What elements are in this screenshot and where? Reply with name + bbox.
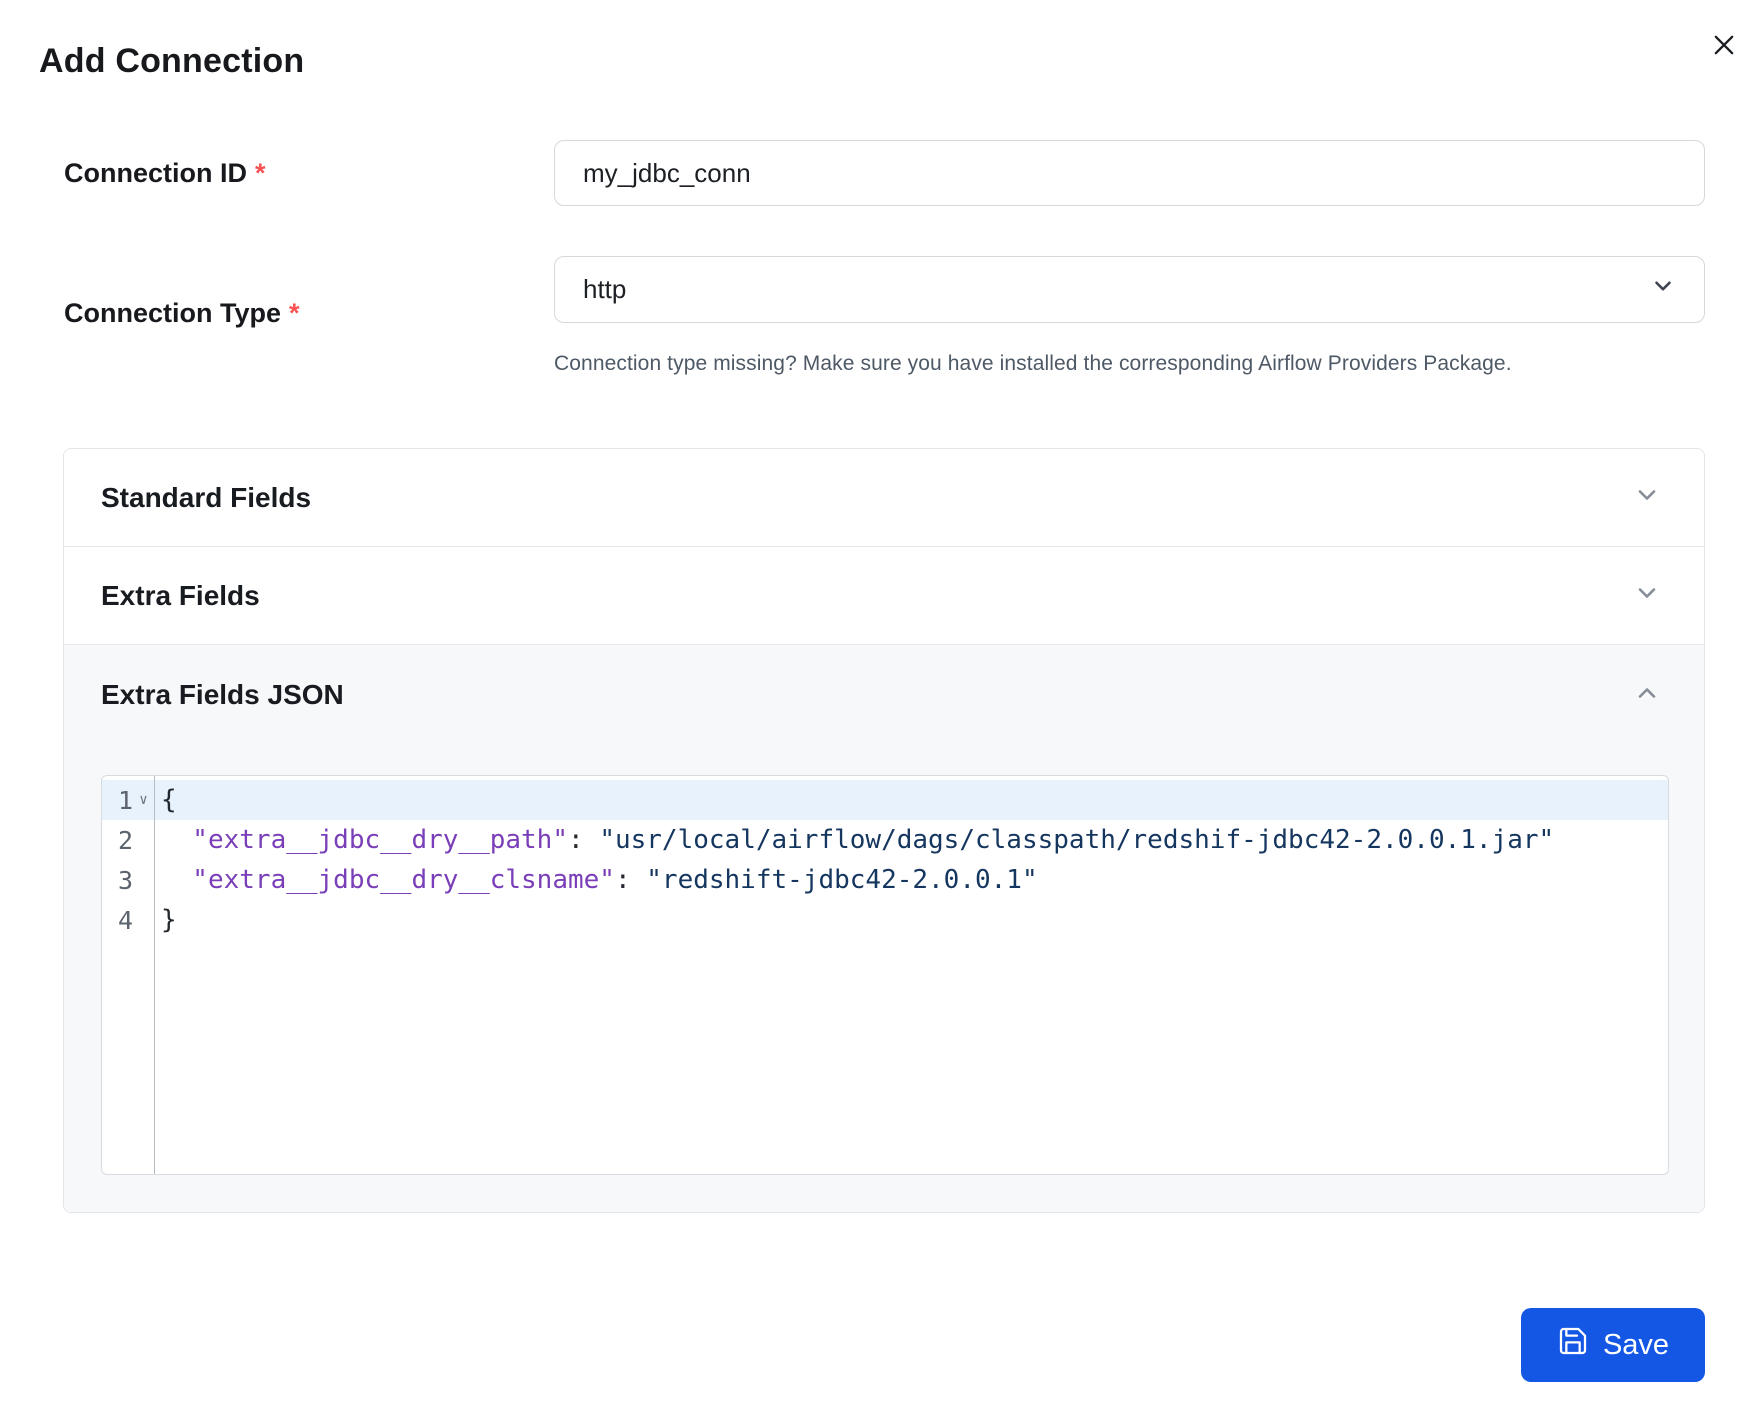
line-number: 3: [102, 866, 133, 895]
save-icon: [1557, 1325, 1589, 1365]
line-number: 2: [102, 826, 133, 855]
connection-type-select[interactable]: http: [554, 256, 1705, 323]
extra-fields-json-section: Extra Fields JSON 1∨{2 "extra__jdbc__dry…: [64, 645, 1704, 1212]
token-str: "usr/local/airflow/dags/classpath/redshi…: [599, 825, 1554, 855]
page-title: Add Connection: [39, 42, 304, 81]
token-key: "extra__jdbc__dry__clsname": [161, 865, 615, 895]
accordion-header-extra-fields[interactable]: Extra Fields: [64, 547, 1704, 645]
connection-type-label-text: Connection Type: [64, 298, 281, 328]
connection-id-label-text: Connection ID: [64, 158, 247, 188]
accordion-header-extra-fields-json[interactable]: Extra Fields JSON: [64, 645, 1704, 745]
chevron-down-icon: [1650, 273, 1676, 306]
connection-type-helper-text: Connection type missing? Make sure you h…: [554, 352, 1512, 376]
save-button[interactable]: Save: [1521, 1308, 1705, 1382]
line-number: 1: [102, 786, 133, 815]
token-key: "extra__jdbc__dry__path": [161, 825, 568, 855]
close-button[interactable]: [1702, 24, 1746, 68]
extra-fields-label: Extra Fields: [101, 580, 260, 612]
extra-fields-json-label: Extra Fields JSON: [101, 679, 344, 711]
connection-type-label: Connection Type *: [64, 298, 300, 329]
chevron-up-icon: [1633, 679, 1661, 712]
json-code-editor[interactable]: 1∨{2 "extra__jdbc__dry__path": "usr/loca…: [101, 775, 1669, 1175]
fields-accordion: Standard Fields Extra Fields Extra Field…: [63, 448, 1705, 1213]
connection-id-input[interactable]: my_jdbc_conn: [554, 140, 1705, 206]
accordion-header-standard-fields[interactable]: Standard Fields: [64, 449, 1704, 547]
code-line-content: "extra__jdbc__dry__clsname": "redshift-j…: [154, 865, 1038, 895]
required-asterisk: *: [289, 298, 300, 328]
chevron-down-icon: [1633, 579, 1661, 612]
token-str: "redshift-jdbc42-2.0.0.1": [646, 865, 1037, 895]
editor-line[interactable]: 1∨{: [102, 780, 1668, 820]
editor-line[interactable]: 2 "extra__jdbc__dry__path": "usr/local/a…: [102, 820, 1668, 860]
save-button-label: Save: [1603, 1329, 1669, 1362]
code-line-content: }: [154, 905, 177, 935]
fold-arrow-icon[interactable]: ∨: [133, 780, 154, 820]
code-line-content: "extra__jdbc__dry__path": "usr/local/air…: [154, 825, 1554, 855]
close-icon: [1710, 31, 1738, 62]
gutter-separator: [154, 776, 155, 1174]
editor-lines: 1∨{2 "extra__jdbc__dry__path": "usr/loca…: [102, 780, 1668, 940]
token-punct: }: [161, 905, 177, 935]
code-line-content: {: [154, 785, 177, 815]
token-punct: :: [615, 865, 646, 895]
token-punct: :: [568, 825, 599, 855]
line-number: 4: [102, 906, 133, 935]
token-punct: {: [161, 785, 177, 815]
editor-line[interactable]: 3 "extra__jdbc__dry__clsname": "redshift…: [102, 860, 1668, 900]
required-asterisk: *: [255, 158, 266, 188]
connection-id-label: Connection ID *: [64, 158, 266, 189]
connection-type-value: http: [583, 274, 626, 305]
chevron-down-icon: [1633, 481, 1661, 514]
add-connection-modal: Add Connection Connection ID * my_jdbc_co…: [0, 0, 1758, 1414]
editor-line[interactable]: 4}: [102, 900, 1668, 940]
connection-id-value: my_jdbc_conn: [583, 158, 751, 189]
standard-fields-label: Standard Fields: [101, 482, 311, 514]
